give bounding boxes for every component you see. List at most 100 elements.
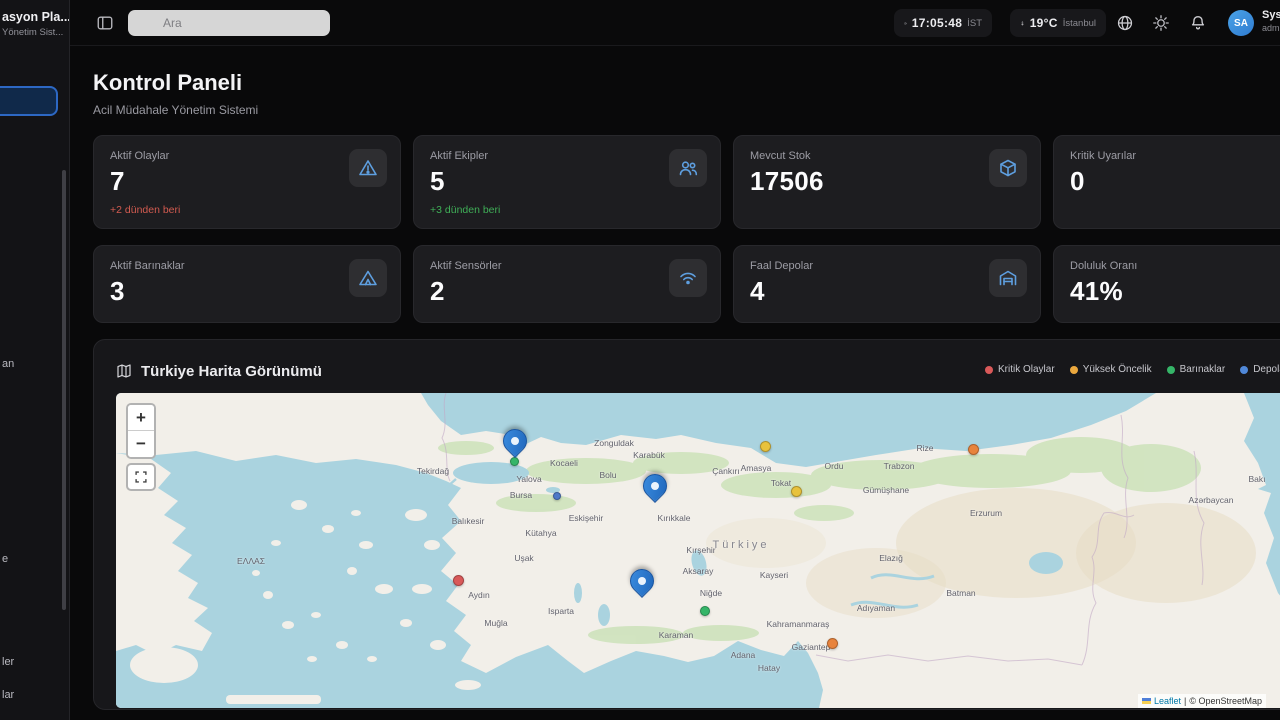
sidebar-item[interactable]: ler bbox=[2, 656, 14, 668]
legend-label: Depolar bbox=[1253, 364, 1280, 375]
clock-chip: 17:05:48 İST bbox=[894, 9, 992, 37]
attribution-separator: | bbox=[1184, 696, 1186, 706]
map-dot-marker[interactable] bbox=[553, 492, 561, 500]
zoom-in-button[interactable]: + bbox=[128, 405, 154, 431]
map[interactable]: + − Leaflet | © OpenStreetMap Tekirdağ Ko… bbox=[116, 393, 1280, 708]
map-place-label: Çankırı bbox=[712, 466, 739, 476]
stat-delta: +2 dünden beri bbox=[110, 204, 384, 216]
map-dot-marker[interactable] bbox=[968, 444, 979, 455]
sidebar-item[interactable]: lar bbox=[2, 689, 14, 701]
notifications-bell-icon[interactable] bbox=[1189, 14, 1207, 32]
map-place-label: Niğde bbox=[700, 588, 722, 598]
stat-card: Aktif Barınaklar 3 bbox=[93, 245, 401, 323]
map-attribution: Leaflet | © OpenStreetMap bbox=[1138, 694, 1266, 708]
legend-item: Depolar bbox=[1240, 364, 1280, 375]
stat-value: 0 bbox=[1070, 166, 1280, 197]
user-role: admin bbox=[1262, 23, 1280, 33]
theme-sun-icon[interactable] bbox=[1152, 14, 1170, 32]
stat-value: 41% bbox=[1070, 276, 1280, 307]
user-info: System Admin admin bbox=[1262, 9, 1280, 33]
stat-label: Mevcut Stok bbox=[750, 150, 1024, 162]
map-place-label: Zonguldak bbox=[594, 438, 634, 448]
stat-label: Aktif Barınaklar bbox=[110, 260, 384, 272]
map-place-label: Bursa bbox=[510, 490, 532, 500]
map-place-label: Balıkesir bbox=[452, 516, 485, 526]
stat-card: Aktif Ekipler 5 +3 dünden beri bbox=[413, 135, 721, 229]
stat-card: Aktif Sensörler 2 bbox=[413, 245, 721, 323]
sidebar-item[interactable]: e bbox=[2, 553, 8, 565]
sidebar-toggle-icon[interactable] bbox=[96, 14, 114, 32]
stat-icon bbox=[989, 259, 1027, 297]
map-place-label: Kocaeli bbox=[550, 458, 578, 468]
app-subtitle: Yönetim Sist... bbox=[2, 27, 63, 38]
legend-label: Barınaklar bbox=[1180, 364, 1226, 375]
map-place-label: Bolu bbox=[599, 470, 616, 480]
stat-label: Aktif Ekipler bbox=[430, 150, 704, 162]
sidebar-item-selected[interactable] bbox=[0, 86, 58, 116]
stat-card: Kritik Uyarılar 0 bbox=[1053, 135, 1280, 229]
stat-icon bbox=[669, 259, 707, 297]
sidebar-scrollbar[interactable] bbox=[62, 170, 66, 610]
map-place-label: Rize bbox=[916, 443, 933, 453]
leaflet-link[interactable]: Leaflet bbox=[1154, 696, 1181, 706]
legend-dot-icon bbox=[985, 366, 993, 374]
app-title: asyon Pla... bbox=[2, 10, 70, 24]
legend-item: Barınaklar bbox=[1167, 364, 1226, 375]
stat-value: 7 bbox=[110, 166, 384, 197]
map-icon bbox=[116, 363, 132, 379]
map-place-label: Bakı bbox=[1248, 474, 1265, 484]
zoom-out-button[interactable]: − bbox=[128, 431, 154, 457]
sidebar: asyon Pla... Yönetim Sist... an e ler lar bbox=[0, 0, 70, 720]
page-subtitle: Acil Müdahale Yönetim Sistemi bbox=[93, 103, 1280, 117]
map-dot-marker[interactable] bbox=[760, 441, 771, 452]
map-place-label: Elazığ bbox=[879, 553, 903, 563]
osm-attribution: © OpenStreetMap bbox=[1189, 696, 1262, 706]
fullscreen-icon bbox=[134, 470, 148, 484]
clock-icon bbox=[904, 17, 907, 30]
map-place-label: Kahramanmaraş bbox=[767, 619, 830, 629]
map-place-label: Tekirdağ bbox=[417, 466, 449, 476]
map-place-label: Türkiye bbox=[712, 539, 769, 551]
user-avatar[interactable]: SA bbox=[1228, 10, 1254, 36]
map-place-label: Uşak bbox=[514, 553, 533, 563]
stat-delta: +3 dünden beri bbox=[430, 204, 704, 216]
user-name: System Admin bbox=[1262, 9, 1280, 21]
stat-card: Faal Depolar 4 bbox=[733, 245, 1041, 323]
map-place-label: Erzurum bbox=[970, 508, 1002, 518]
map-place-label: Eskişehir bbox=[569, 513, 603, 523]
map-place-label: Aksaray bbox=[683, 566, 714, 576]
stat-value: 5 bbox=[430, 166, 704, 197]
map-dot-marker[interactable] bbox=[827, 638, 838, 649]
legend-dot-icon bbox=[1240, 366, 1248, 374]
map-dot-marker[interactable] bbox=[791, 486, 802, 497]
fullscreen-button[interactable] bbox=[126, 463, 156, 491]
stat-value: 4 bbox=[750, 276, 1024, 307]
stat-icon bbox=[989, 149, 1027, 187]
sidebar-item[interactable]: an bbox=[2, 358, 14, 370]
legend-item: Kritik Olaylar bbox=[985, 364, 1055, 375]
weather-city: İstanbul bbox=[1063, 18, 1096, 29]
stat-label: Aktif Sensörler bbox=[430, 260, 704, 272]
map-place-label: Azərbaycan bbox=[1189, 495, 1234, 505]
topbar: 17:05:48 İST 19°C İstanbul SA System Adm… bbox=[70, 0, 1280, 46]
map-dot-marker[interactable] bbox=[453, 575, 464, 586]
map-place-label: Ordu bbox=[825, 461, 844, 471]
stat-card: Doluluk Oranı 41% bbox=[1053, 245, 1280, 323]
legend-item: Yüksek Öncelik bbox=[1070, 364, 1152, 375]
legend-label: Yüksek Öncelik bbox=[1083, 364, 1152, 375]
map-place-label: Amasya bbox=[741, 463, 772, 473]
globe-icon[interactable] bbox=[1116, 14, 1134, 32]
stat-icon bbox=[669, 149, 707, 187]
stat-icon bbox=[349, 259, 387, 297]
map-place-label: Karaman bbox=[659, 630, 694, 640]
map-place-label: Kütahya bbox=[525, 528, 556, 538]
map-place-label: Karabük bbox=[633, 450, 665, 460]
stat-card: Aktif Olaylar 7 +2 dünden beri bbox=[93, 135, 401, 229]
stat-icon bbox=[349, 149, 387, 187]
search-input[interactable] bbox=[128, 10, 330, 36]
map-dot-marker[interactable] bbox=[700, 606, 710, 616]
map-place-label: Yalova bbox=[516, 474, 541, 484]
map-place-label: Adıyaman bbox=[857, 603, 895, 613]
map-place-label: Tokat bbox=[771, 478, 791, 488]
stat-label: Doluluk Oranı bbox=[1070, 260, 1280, 272]
